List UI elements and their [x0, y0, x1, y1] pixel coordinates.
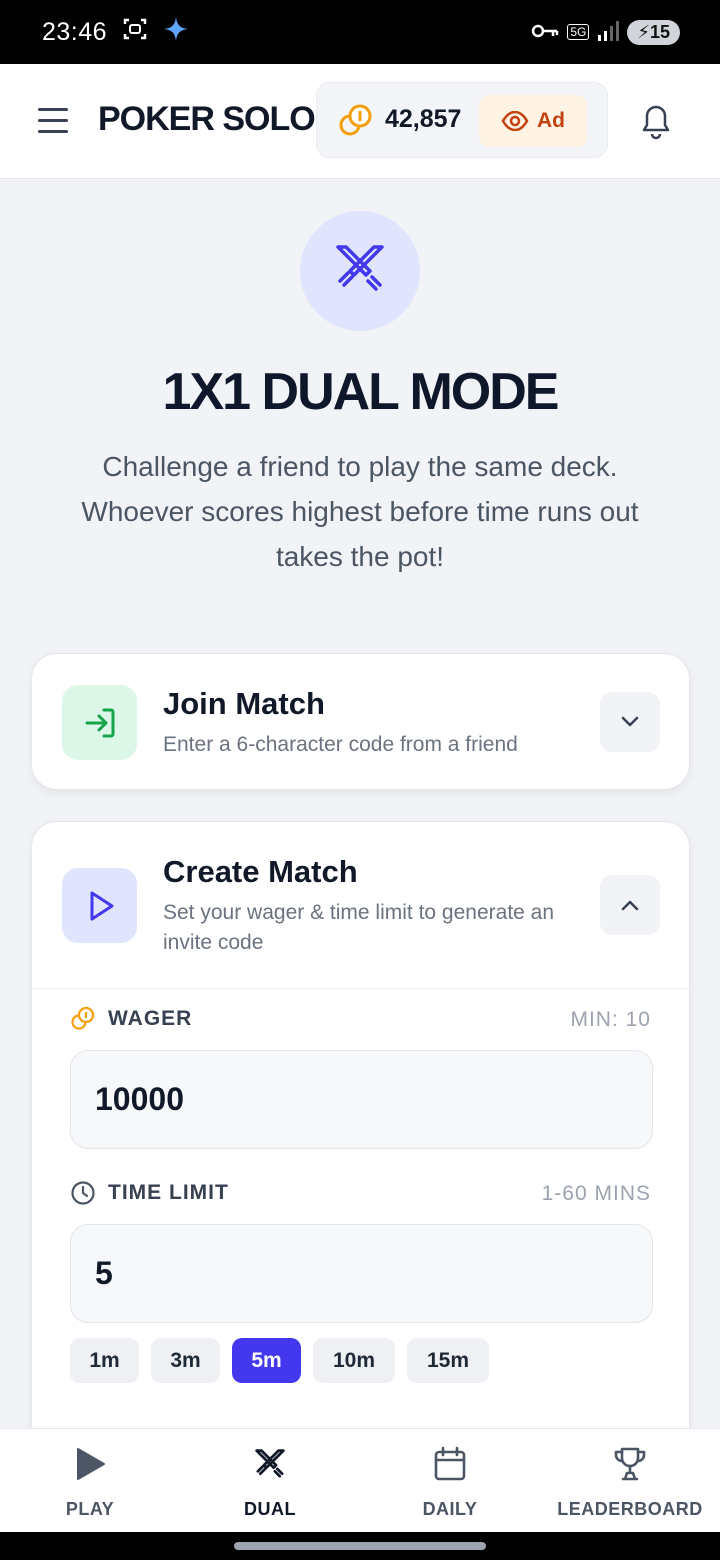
eye-icon	[501, 111, 529, 131]
join-match-title: Join Match	[163, 686, 325, 721]
time-limit-label-text: TIME LIMIT	[108, 1181, 229, 1204]
status-bar: 23:46 5G ⚡15	[0, 0, 720, 64]
signal-icon	[597, 20, 620, 45]
trophy-icon	[612, 1445, 648, 1483]
create-match-title: Create Match	[163, 854, 358, 889]
nav-item-leaderboard[interactable]: LEADERBOARD	[540, 1429, 720, 1533]
menu-icon[interactable]	[38, 108, 68, 134]
battery-level: 15	[649, 21, 670, 42]
preset-5m-button[interactable]: 5m	[232, 1338, 301, 1383]
nav-label-daily: DAILY	[422, 1499, 478, 1519]
page-title: 1X1 DUAL MODE	[162, 363, 560, 421]
nav-label-play: PLAY	[65, 1499, 115, 1519]
wager-label-text: WAGER	[108, 1007, 193, 1030]
create-icon-tile	[62, 868, 137, 943]
preset-1m-button[interactable]: 1m	[70, 1338, 139, 1383]
watch-ad-button[interactable]: Ad	[479, 95, 587, 147]
app-title: POKER SOLO	[98, 100, 316, 138]
time-limit-input[interactable]: 5	[70, 1224, 653, 1323]
home-gesture-pill[interactable]	[234, 1542, 486, 1550]
key-icon	[531, 22, 559, 43]
wager-input[interactable]: 10000	[70, 1050, 653, 1149]
screenshot-icon	[121, 15, 149, 50]
system-navigation-bar	[0, 1532, 720, 1560]
clock-icon	[71, 1181, 95, 1205]
nav-label-leaderboard: LEADERBOARD	[557, 1499, 703, 1519]
page-description: Challenge a friend to play the same deck…	[81, 451, 639, 572]
play-outline-icon	[90, 891, 113, 920]
crossed-swords-icon	[332, 241, 388, 302]
join-match-card[interactable]: Join Match Enter a 6-character code from…	[31, 653, 690, 790]
time-limit-range-hint: 1-60 MINS	[541, 1182, 651, 1205]
notification-bell-icon[interactable]	[638, 102, 674, 142]
dual-mode-badge	[300, 211, 420, 331]
join-icon-tile	[62, 685, 137, 760]
coin-balance: 42,857 Ad	[316, 82, 608, 158]
ad-label: Ad	[537, 109, 565, 132]
sparkle-icon	[163, 16, 189, 49]
nav-item-dual[interactable]: DUAL	[180, 1429, 360, 1533]
status-time: 23:46	[42, 17, 108, 46]
app-header: POKER SOLO 42,857 Ad	[0, 64, 720, 179]
wager-label: WAGER	[70, 1006, 192, 1032]
nav-item-daily[interactable]: DAILY	[360, 1429, 540, 1533]
network-label: 5G	[567, 24, 590, 40]
chevron-down-icon	[621, 716, 639, 727]
battery-indicator: ⚡15	[627, 19, 680, 45]
collapse-create-button[interactable]	[600, 875, 660, 935]
time-limit-label: TIME LIMIT	[70, 1180, 229, 1206]
coin-count: 42,857	[385, 105, 462, 133]
join-match-subtitle: Enter a 6-character code from a friend	[163, 733, 518, 756]
preset-10m-button[interactable]: 10m	[313, 1338, 395, 1383]
create-match-card: Create Match Set your wager & time limit…	[31, 821, 690, 1521]
coins-icon	[337, 103, 373, 139]
time-preset-row: 1m 3m 5m 10m 15m	[70, 1338, 489, 1383]
coins-icon	[71, 1006, 95, 1030]
preset-15m-button[interactable]: 15m	[407, 1338, 489, 1383]
preset-3m-button[interactable]: 3m	[151, 1338, 220, 1383]
sign-in-icon	[85, 708, 114, 737]
nav-label-dual: DUAL	[244, 1499, 296, 1519]
create-match-subtitle: Set your wager & time limit to generate …	[163, 901, 555, 954]
calendar-icon	[432, 1445, 468, 1483]
wager-min-hint: MIN: 10	[570, 1008, 651, 1031]
crossed-swords-icon	[252, 1445, 288, 1483]
nav-item-play[interactable]: PLAY	[0, 1429, 180, 1533]
chevron-up-icon	[621, 900, 639, 911]
play-icon	[72, 1445, 108, 1483]
card-divider	[32, 988, 689, 989]
expand-join-button[interactable]	[600, 692, 660, 752]
bottom-navigation: PLAY DUAL DAILY LEADERBOARD	[0, 1428, 720, 1532]
